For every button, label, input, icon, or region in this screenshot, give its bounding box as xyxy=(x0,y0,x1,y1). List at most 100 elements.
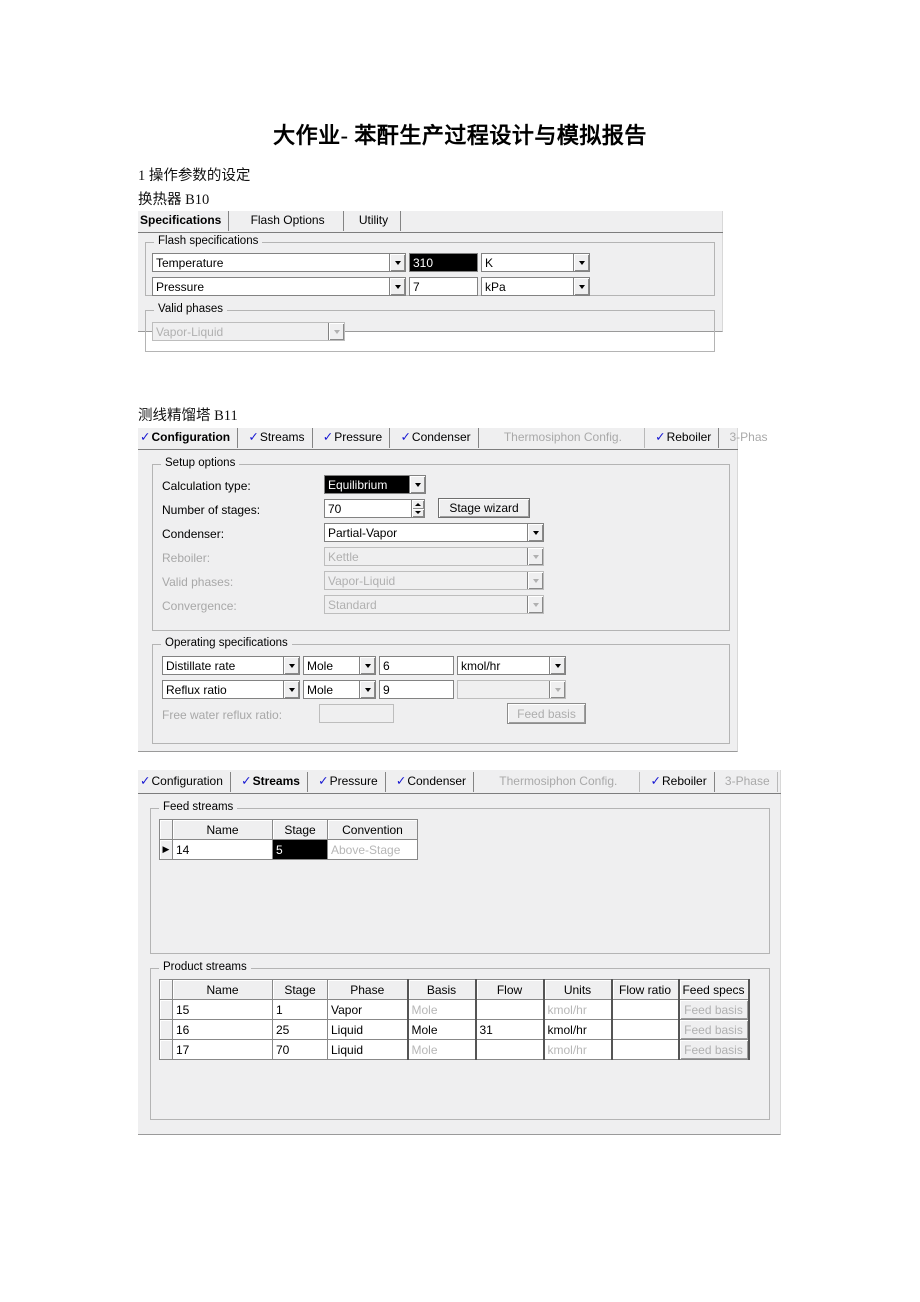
chevron-down-icon[interactable] xyxy=(527,524,543,541)
flash-spec-1-value-input[interactable]: 310 xyxy=(409,253,478,272)
chevron-down-icon[interactable] xyxy=(573,278,589,295)
chevron-down-icon[interactable] xyxy=(389,254,405,271)
product-streams-table[interactable]: Name Stage Phase Basis Flow Units Flow r… xyxy=(159,979,750,1060)
cell-product-name[interactable]: 16 xyxy=(172,1019,273,1040)
col-header-flow-ratio[interactable]: Flow ratio xyxy=(611,979,679,1000)
cell-product-units[interactable]: kmol/hr xyxy=(542,1019,613,1040)
cell-product-feed-specs-button[interactable]: Feed basis xyxy=(677,999,750,1020)
table-row[interactable]: 17 70 Liquid Mole kmol/hr Feed basis xyxy=(159,1039,750,1060)
chevron-down-icon[interactable] xyxy=(527,596,543,613)
op-spec-2-type-combo[interactable]: Reflux ratio xyxy=(162,680,300,699)
cell-product-name[interactable]: 15 xyxy=(172,999,273,1020)
tab-pressure[interactable]: ✓Pressure xyxy=(311,772,386,792)
flash-spec-1-units-combo[interactable]: K xyxy=(481,253,590,272)
condenser-combo[interactable]: Partial-Vapor xyxy=(324,523,544,542)
table-row[interactable]: 16 25 Liquid Mole 31 kmol/hr Feed basis xyxy=(159,1019,750,1040)
tab-flash-options[interactable]: Flash Options xyxy=(233,211,344,231)
op-spec-1-basis-combo[interactable]: Mole xyxy=(303,656,376,675)
op-spec-1-type-combo[interactable]: Distillate rate xyxy=(162,656,300,675)
col-header-flow[interactable]: Flow xyxy=(475,979,544,1000)
tab-condenser[interactable]: ✓Condenser xyxy=(389,772,475,792)
tab-pressure[interactable]: ✓Pressure xyxy=(316,428,391,448)
stepper-down-icon[interactable] xyxy=(412,509,424,518)
chevron-down-icon[interactable] xyxy=(389,278,405,295)
cell-product-feed-specs-button[interactable]: Feed basis xyxy=(677,1039,750,1060)
cell-product-flow[interactable]: 31 xyxy=(475,1019,544,1040)
col-header-units[interactable]: Units xyxy=(542,979,613,1000)
cell-feed-stage[interactable]: 5 xyxy=(272,839,328,860)
cell-product-basis[interactable]: Mole xyxy=(406,1039,477,1060)
op-spec-2-basis-combo[interactable]: Mole xyxy=(303,680,376,699)
valid-phases-combo[interactable]: Vapor-Liquid xyxy=(152,322,345,341)
cell-product-units[interactable]: kmol/hr xyxy=(542,1039,613,1060)
chevron-down-icon[interactable] xyxy=(527,548,543,565)
number-of-stages-stepper[interactable] xyxy=(411,499,425,518)
stepper-up-icon[interactable] xyxy=(412,500,424,509)
calculation-type-label: Calculation type: xyxy=(162,479,251,493)
stage-wizard-button[interactable]: Stage wizard xyxy=(438,498,530,518)
col-header-stage[interactable]: Stage xyxy=(272,979,328,1000)
number-of-stages-input[interactable]: 70 xyxy=(324,499,412,518)
cell-product-flow-ratio[interactable] xyxy=(611,1039,679,1060)
flash-spec-2-value-input[interactable]: 7 xyxy=(409,277,478,296)
cell-product-basis[interactable]: Mole xyxy=(406,999,477,1020)
tab-specifications[interactable]: Specifications xyxy=(138,211,230,231)
tab-streams[interactable]: ✓Streams xyxy=(234,772,308,792)
cell-product-stage[interactable]: 70 xyxy=(272,1039,328,1060)
tab-utility[interactable]: Utility xyxy=(347,211,402,231)
chevron-down-icon[interactable] xyxy=(573,254,589,271)
chevron-down-icon[interactable] xyxy=(359,681,375,698)
tab-configuration[interactable]: ✓Configuration xyxy=(138,772,231,792)
setup-options-label: Setup options xyxy=(161,457,240,469)
cell-feed-convention[interactable]: Above-Stage xyxy=(327,839,418,860)
feed-streams-table[interactable]: Name Stage Convention ▶ 14 5 Above-Stage xyxy=(159,819,418,860)
chevron-down-icon[interactable] xyxy=(527,572,543,589)
cell-product-name[interactable]: 17 xyxy=(172,1039,273,1060)
cell-product-units[interactable]: kmol/hr xyxy=(542,999,613,1020)
col-header-stage[interactable]: Stage xyxy=(272,819,328,840)
col-header-convention[interactable]: Convention xyxy=(327,819,418,840)
cell-product-feed-specs-button[interactable]: Feed basis xyxy=(677,1019,750,1040)
cell-product-phase[interactable]: Vapor xyxy=(327,999,408,1020)
cell-product-basis[interactable]: Mole xyxy=(406,1019,477,1040)
valid-phases-combo[interactable]: Vapor-Liquid xyxy=(324,571,544,590)
chevron-down-icon[interactable] xyxy=(283,657,299,674)
convergence-combo[interactable]: Standard xyxy=(324,595,544,614)
chevron-down-icon[interactable] xyxy=(409,476,425,493)
cell-product-phase[interactable]: Liquid xyxy=(327,1039,408,1060)
col-header-feed-specs[interactable]: Feed specs xyxy=(677,979,750,1000)
cell-feed-name[interactable]: 14 xyxy=(172,839,273,860)
chevron-down-icon[interactable] xyxy=(359,657,375,674)
table-row[interactable]: 15 1 Vapor Mole kmol/hr Feed basis xyxy=(159,999,750,1020)
tab-reboiler[interactable]: ✓Reboiler xyxy=(644,772,715,792)
col-header-phase[interactable]: Phase xyxy=(327,979,408,1000)
chevron-down-icon[interactable] xyxy=(549,657,565,674)
chevron-down-icon[interactable] xyxy=(328,323,344,340)
col-header-name[interactable]: Name xyxy=(172,979,273,1000)
calculation-type-combo[interactable]: Equilibrium xyxy=(324,475,426,494)
tab-reboiler[interactable]: ✓Reboiler xyxy=(648,428,720,448)
op-spec-2-value-input[interactable]: 9 xyxy=(379,680,454,699)
cell-product-stage[interactable]: 1 xyxy=(272,999,328,1020)
check-icon: ✓ xyxy=(318,774,329,788)
col-header-name[interactable]: Name xyxy=(172,819,273,840)
cell-product-flow-ratio[interactable] xyxy=(611,1019,679,1040)
cell-product-flow-ratio[interactable] xyxy=(611,999,679,1020)
cell-product-flow[interactable] xyxy=(475,1039,544,1060)
table-row[interactable]: ▶ 14 5 Above-Stage xyxy=(159,839,418,860)
op-spec-1-value-input[interactable]: 6 xyxy=(379,656,454,675)
flash-spec-2-units-combo[interactable]: kPa xyxy=(481,277,590,296)
op-spec-1-units-combo[interactable]: kmol/hr xyxy=(457,656,566,675)
tab-streams[interactable]: ✓Streams xyxy=(241,428,313,448)
cell-product-stage[interactable]: 25 xyxy=(272,1019,328,1040)
reboiler-combo[interactable]: Kettle xyxy=(324,547,544,566)
flash-spec-1-type-combo[interactable]: Temperature xyxy=(152,253,406,272)
cell-product-flow[interactable] xyxy=(475,999,544,1020)
chevron-down-icon[interactable] xyxy=(283,681,299,698)
flash-spec-2-type-combo[interactable]: Pressure xyxy=(152,277,406,296)
col-header-basis[interactable]: Basis xyxy=(406,979,477,1000)
row-marker-icon: ▶ xyxy=(159,839,173,860)
tab-condenser[interactable]: ✓Condenser xyxy=(393,428,479,448)
tab-configuration[interactable]: ✓Configuration xyxy=(138,428,239,448)
cell-product-phase[interactable]: Liquid xyxy=(327,1019,408,1040)
